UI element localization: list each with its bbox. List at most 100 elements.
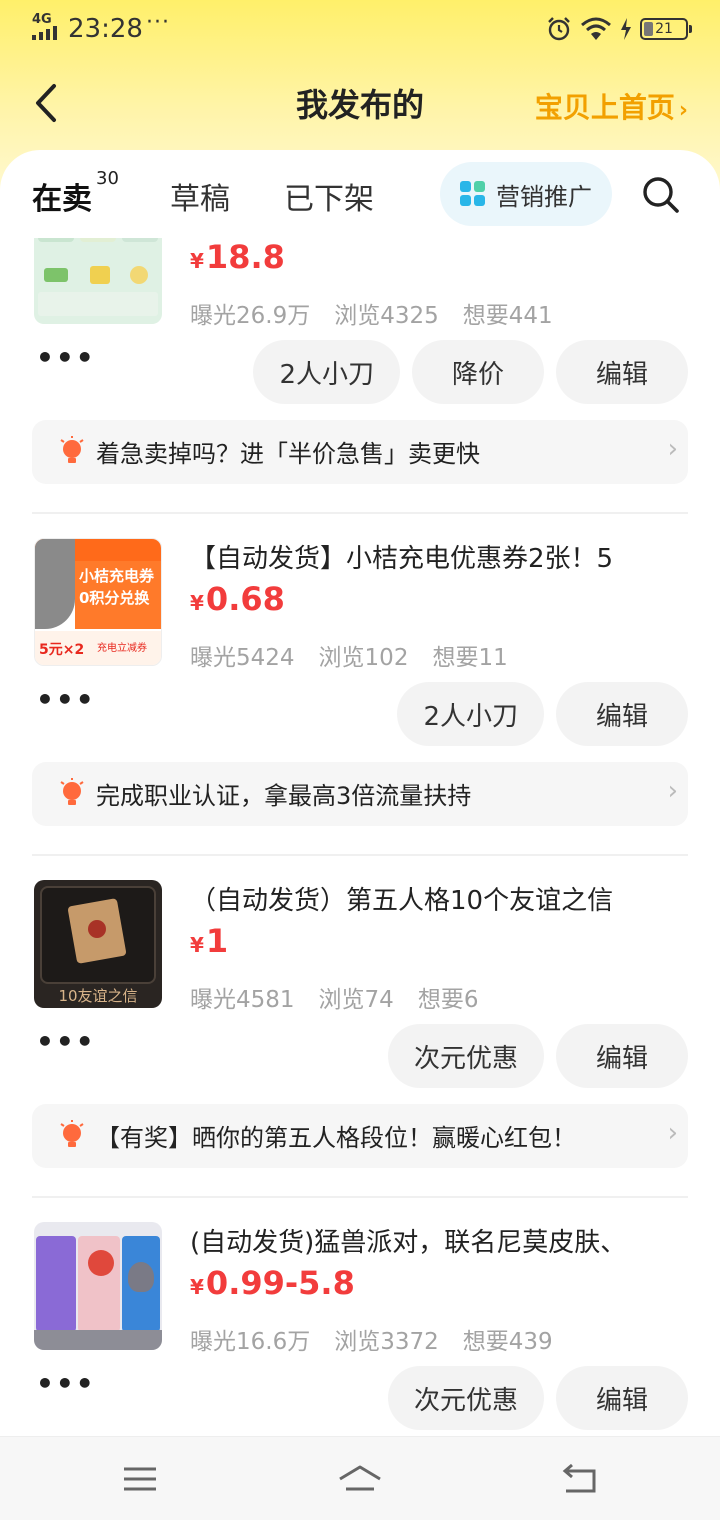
menu-icon[interactable] xyxy=(120,1463,160,1495)
more-options-icon[interactable]: ••• xyxy=(36,1025,96,1058)
clock: 23:28 xyxy=(68,14,143,44)
divider xyxy=(32,1196,688,1198)
chevron-right-icon: › xyxy=(678,98,688,123)
item-price: ¥0.68 xyxy=(190,580,285,618)
stat-wants: 想要441 xyxy=(462,303,553,329)
item-price: ¥18.8 xyxy=(190,238,285,276)
tab-bar: 在卖 30 草稿 已下架 营销推广 xyxy=(0,150,720,238)
edit-button[interactable]: 编辑 xyxy=(556,340,688,404)
status-bar: 4G 23:28 ··· 21 xyxy=(0,0,720,56)
marketing-promo-label: 营销推广 xyxy=(496,182,592,211)
network-type: 4G xyxy=(32,12,52,27)
alarm-icon xyxy=(548,17,570,41)
price-value: 1 xyxy=(205,922,229,960)
thumbnail-text: 充电立减券 xyxy=(97,643,147,654)
stat-views: 浏览3372 xyxy=(334,1329,439,1355)
charging-icon xyxy=(621,18,631,40)
edit-button[interactable]: 编辑 xyxy=(556,1024,688,1088)
discount-button[interactable]: 次元优惠 xyxy=(387,1024,544,1088)
back-icon[interactable] xyxy=(560,1463,600,1495)
price-value: 0.68 xyxy=(205,580,285,618)
bargain-button[interactable]: 2人小刀 xyxy=(397,682,544,746)
item-list: ¥18.8 曝光26.9万 浏览4325 想要441 ••• 2人小刀 降价 编… xyxy=(0,238,720,1436)
bulb-icon xyxy=(60,436,84,463)
chevron-right-icon: › xyxy=(667,1118,678,1148)
tip-text: 【有奖】晒你的第五人格段位！赢暖心红包！ xyxy=(96,1124,576,1152)
edit-button[interactable]: 编辑 xyxy=(556,1366,688,1430)
stat-exposure: 曝光16.6万 xyxy=(190,1329,311,1355)
grid-icon xyxy=(460,181,486,207)
list-item[interactable]: 小桔充电券 0积分兑换 5元×2 充电立减券 【自动发货】小桔充电优惠券2张！5… xyxy=(0,538,720,880)
battery-icon: 21 xyxy=(640,18,692,40)
thumbnail-text: 5元×2 xyxy=(39,642,85,658)
item-stats: 曝光16.6万 浏览3372 想要439 xyxy=(190,1322,553,1356)
price-value: 18.8 xyxy=(205,238,285,276)
home-promo-link[interactable]: 宝贝上首页 › xyxy=(535,86,688,126)
bulb-icon xyxy=(60,1120,84,1147)
item-stats: 曝光5424 浏览102 想要11 xyxy=(190,638,508,672)
currency-symbol: ¥ xyxy=(190,933,204,957)
home-icon[interactable] xyxy=(336,1463,384,1495)
stat-wants: 想要6 xyxy=(417,987,479,1013)
more-notifications-icon: ··· xyxy=(146,10,170,35)
item-title[interactable]: (自动发货)猛兽派对，联名尼莫皮肤、 xyxy=(190,1222,690,1259)
tip-banner[interactable]: 着急卖掉吗？进「半价急售」卖更快 › xyxy=(32,420,688,484)
item-thumbnail[interactable]: 小桔充电券 0积分兑换 5元×2 充电立减券 xyxy=(34,538,162,666)
item-thumbnail[interactable] xyxy=(34,1222,162,1350)
marketing-promo-button[interactable]: 营销推广 xyxy=(440,162,612,226)
item-thumbnail[interactable]: 10友谊之信 xyxy=(34,880,162,1008)
stat-wants: 想要11 xyxy=(432,645,508,671)
nav-bar: 我发布的 宝贝上首页 › xyxy=(0,60,720,144)
tab-on-sale[interactable]: 在卖 30 xyxy=(32,168,119,218)
list-item[interactable]: ¥18.8 曝光26.9万 浏览4325 想要441 ••• 2人小刀 降价 编… xyxy=(0,238,720,538)
currency-symbol: ¥ xyxy=(190,591,204,615)
reduce-price-button[interactable]: 降价 xyxy=(412,340,544,404)
tip-text: 着急卖掉吗？进「半价急售」卖更快 xyxy=(96,440,480,468)
tip-text: 完成职业认证，拿最高3倍流量扶持 xyxy=(96,782,472,810)
list-item[interactable]: 10友谊之信 （自动发货）第五人格10个友谊之信 ¥1 曝光4581 浏览74 … xyxy=(0,880,720,1222)
bargain-button[interactable]: 2人小刀 xyxy=(253,340,400,404)
item-thumbnail[interactable] xyxy=(34,238,162,324)
currency-symbol: ¥ xyxy=(190,249,204,273)
tab-on-sale-count: 30 xyxy=(96,168,119,189)
item-price: ¥1 xyxy=(190,922,228,960)
more-options-icon[interactable]: ••• xyxy=(36,1367,96,1400)
signal-icon xyxy=(32,26,62,40)
tip-banner[interactable]: 【有奖】晒你的第五人格段位！赢暖心红包！ › xyxy=(32,1104,688,1168)
chevron-right-icon: › xyxy=(667,434,678,464)
discount-button[interactable]: 次元优惠 xyxy=(387,1366,544,1430)
tip-banner[interactable]: 完成职业认证，拿最高3倍流量扶持 › xyxy=(32,762,688,826)
divider xyxy=(32,854,688,856)
tab-draft[interactable]: 草稿 xyxy=(170,174,230,218)
stat-exposure: 曝光4581 xyxy=(190,987,295,1013)
thumbnail-text: 0积分兑换 xyxy=(79,589,150,607)
item-title[interactable]: （自动发货）第五人格10个友谊之信 xyxy=(190,880,690,917)
price-value: 0.99-5.8 xyxy=(205,1264,355,1302)
tab-on-sale-label: 在卖 xyxy=(32,182,92,217)
more-options-icon[interactable]: ••• xyxy=(36,683,96,716)
tab-off-shelf[interactable]: 已下架 xyxy=(284,174,374,218)
thumbnail-text: 小桔充电券 xyxy=(79,567,155,585)
home-promo-label: 宝贝上首页 xyxy=(534,91,675,124)
stat-views: 浏览102 xyxy=(318,645,409,671)
divider xyxy=(32,512,688,514)
stat-exposure: 曝光5424 xyxy=(190,645,295,671)
stat-exposure: 曝光26.9万 xyxy=(190,303,311,329)
edit-button[interactable]: 编辑 xyxy=(556,682,688,746)
search-icon[interactable] xyxy=(640,174,680,214)
item-stats: 曝光4581 浏览74 想要6 xyxy=(190,980,478,1014)
chevron-right-icon: › xyxy=(667,776,678,806)
more-options-icon[interactable]: ••• xyxy=(36,341,96,374)
system-nav-bar xyxy=(0,1436,720,1520)
currency-symbol: ¥ xyxy=(190,1275,204,1299)
item-title[interactable]: 【自动发货】小桔充电优惠券2张！5 xyxy=(190,538,690,575)
list-item[interactable]: (自动发货)猛兽派对，联名尼莫皮肤、 ¥0.99-5.8 曝光16.6万 浏览3… xyxy=(0,1222,720,1436)
wifi-icon xyxy=(581,17,611,40)
item-price: ¥0.99-5.8 xyxy=(190,1264,355,1302)
item-stats: 曝光26.9万 浏览4325 想要441 xyxy=(190,296,553,330)
bulb-icon xyxy=(60,778,84,805)
stat-views: 浏览4325 xyxy=(334,303,439,329)
thumbnail-caption: 10友谊之信 xyxy=(58,987,138,1005)
stat-views: 浏览74 xyxy=(318,987,394,1013)
stat-wants: 想要439 xyxy=(462,1329,553,1355)
